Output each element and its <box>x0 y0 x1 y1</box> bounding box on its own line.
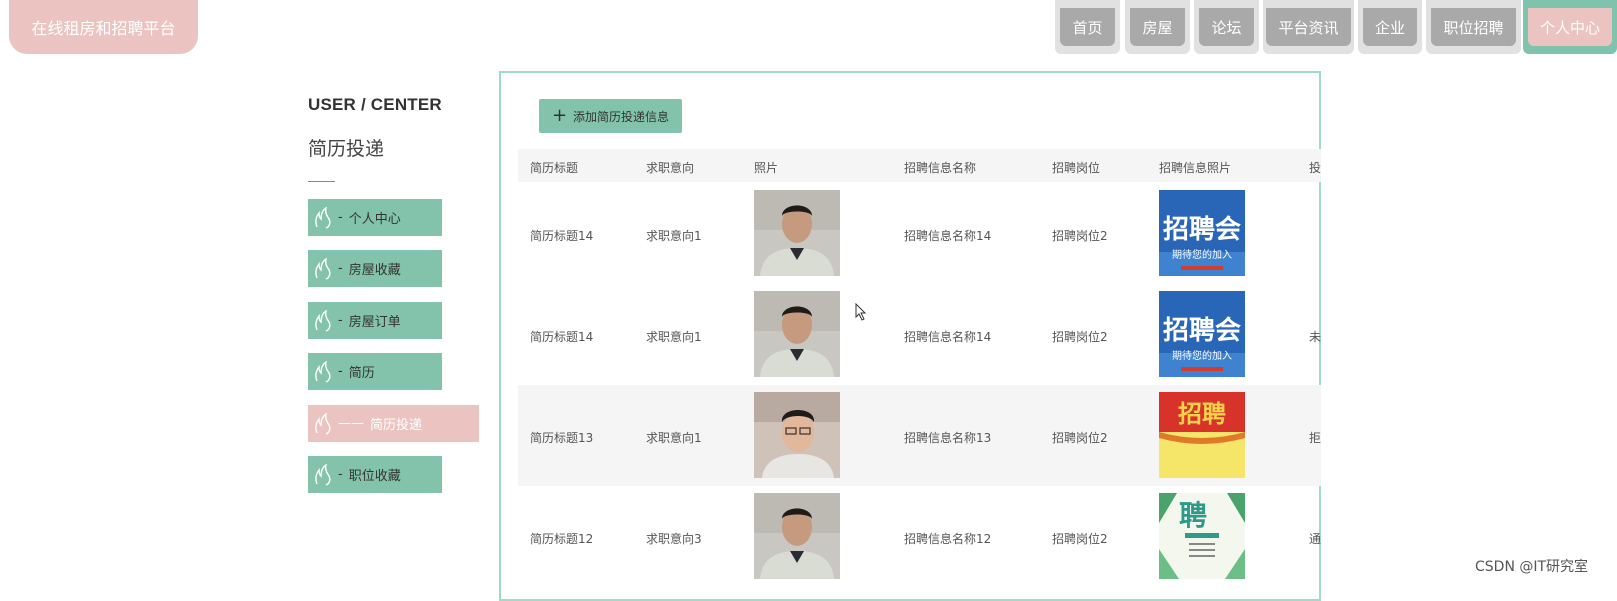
flame-icon <box>315 257 331 280</box>
poster-subtext: 期待您的加入 <box>1172 248 1232 261</box>
nav-news[interactable]: 平台资讯 <box>1263 0 1354 54</box>
cell-recruit-post: 招聘岗位2 <box>1052 532 1108 546</box>
poster-text: 招聘会 <box>1163 215 1241 245</box>
nav-house[interactable]: 房屋 <box>1125 0 1190 54</box>
sidebar-item-resume-delivery[interactable]: —— 简历投递 <box>308 405 479 442</box>
poster-text: 招聘会 <box>1163 316 1241 346</box>
flame-icon <box>315 206 331 229</box>
site-logo[interactable]: 在线租房和招聘平台 <box>9 0 198 54</box>
nav-user-center[interactable]: 个人中心 <box>1523 0 1617 54</box>
cell-recruit-name: 招聘信息名称13 <box>904 431 992 445</box>
cell-status: 通 <box>1309 532 1321 546</box>
table-header: 简历标题 求职意向 照片 招聘信息名称 招聘岗位 招聘信息照片 投 <box>518 149 1321 182</box>
header-recruit-photo: 招聘信息照片 <box>1159 161 1232 175</box>
header-resume-title: 简历标题 <box>530 161 579 175</box>
sidebar-item-user-center[interactable]: - 个人中心 <box>308 199 442 236</box>
sidebar-item-prefix: —— <box>338 416 364 431</box>
cell-recruit-post: 招聘岗位2 <box>1052 431 1108 445</box>
add-resume-delivery-button[interactable]: + 添加简历投递信息 <box>539 99 682 133</box>
flame-icon <box>315 309 331 332</box>
flame-icon <box>315 360 331 383</box>
header-status: 投 <box>1309 161 1321 175</box>
nav-forum[interactable]: 论坛 <box>1194 0 1259 54</box>
recruit-poster[interactable]: 招聘 <box>1159 392 1245 478</box>
nav-jobs-label: 职位招聘 <box>1431 8 1516 46</box>
cell-resume-title: 简历标题12 <box>530 532 594 546</box>
applicant-photo[interactable] <box>754 190 840 276</box>
sidebar-item-house-orders[interactable]: - 房屋订单 <box>308 302 442 339</box>
table-row[interactable]: 简历标题14 求职意向1 招聘信息名称14 招聘岗位2 招聘会期待您的加入 <box>518 183 1321 284</box>
table-row[interactable]: 简历标题13 求职意向1 招聘信息名称13 招聘岗位2 招聘 拒 <box>518 385 1321 486</box>
nav-house-label: 房屋 <box>1130 8 1185 46</box>
section-title: 简历投递 <box>308 138 385 160</box>
cell-job-intent: 求职意向1 <box>646 229 702 243</box>
table-row[interactable]: 简历标题12 求职意向3 招聘信息名称12 招聘岗位2 聘 通 <box>518 486 1321 584</box>
plus-icon: + <box>551 105 568 126</box>
sidebar-item-prefix: - <box>338 261 343 276</box>
nav-company[interactable]: 企业 <box>1358 0 1422 54</box>
cell-recruit-name: 招聘信息名称14 <box>904 229 992 243</box>
cell-recruit-name: 招聘信息名称12 <box>904 532 992 546</box>
applicant-photo[interactable] <box>754 392 840 478</box>
nav-company-label: 企业 <box>1362 8 1417 46</box>
flame-icon <box>315 412 331 435</box>
sidebar-item-label: 房屋收藏 <box>348 263 401 278</box>
cell-job-intent: 求职意向3 <box>646 532 702 546</box>
cell-job-intent: 求职意向1 <box>646 431 702 445</box>
header-photo: 照片 <box>754 161 779 175</box>
recruit-poster[interactable]: 聘 <box>1159 493 1245 579</box>
user-center-title: USER / CENTER <box>308 95 442 114</box>
cell-recruit-name: 招聘信息名称14 <box>904 330 992 344</box>
poster-text: 聘 <box>1179 499 1207 532</box>
sidebar-item-label: 简历 <box>348 366 375 381</box>
nav-forum-label: 论坛 <box>1199 8 1254 46</box>
sidebar-item-resume[interactable]: - 简历 <box>308 353 442 390</box>
sidebar-item-label: 个人中心 <box>348 212 401 227</box>
sidebar-item-job-favorites[interactable]: - 职位收藏 <box>308 456 442 493</box>
nav-user-center-label: 个人中心 <box>1527 8 1612 46</box>
header-job-intent: 求职意向 <box>646 161 695 175</box>
sidebar-item-prefix: - <box>338 467 343 482</box>
table-row[interactable]: 简历标题14 求职意向1 招聘信息名称14 招聘岗位2 招聘会期待您的加入 未 <box>518 284 1321 385</box>
applicant-photo[interactable] <box>754 291 840 377</box>
cell-recruit-post: 招聘岗位2 <box>1052 229 1108 243</box>
applicant-photo[interactable] <box>754 493 840 579</box>
nav-home[interactable]: 首页 <box>1055 0 1120 54</box>
sidebar-item-prefix: - <box>338 210 343 225</box>
resume-delivery-table: 简历标题 求职意向 照片 招聘信息名称 招聘岗位 招聘信息照片 投 简历标题14… <box>518 149 1321 584</box>
poster-subtext: 期待您的加入 <box>1172 349 1232 362</box>
cell-resume-title: 简历标题14 <box>530 330 594 344</box>
cell-status: 未 <box>1309 330 1321 344</box>
recruit-poster[interactable]: 招聘会 期待您的加入 <box>1159 291 1245 377</box>
sidebar-item-label: 房屋订单 <box>348 315 401 330</box>
header-recruit-name: 招聘信息名称 <box>904 161 977 175</box>
watermark: CSDN @IT研究室 <box>1475 559 1589 575</box>
cell-resume-title: 简历标题14 <box>530 229 594 243</box>
sidebar-item-prefix: - <box>338 313 343 328</box>
divider <box>308 181 335 182</box>
cell-recruit-post: 招聘岗位2 <box>1052 330 1108 344</box>
sidebar-item-label: 简历投递 <box>370 418 423 433</box>
cell-resume-title: 简历标题13 <box>530 431 594 445</box>
sidebar-item-house-favorites[interactable]: - 房屋收藏 <box>308 250 442 287</box>
sidebar-item-label: 职位收藏 <box>348 469 401 484</box>
mouse-cursor-icon <box>855 303 867 321</box>
nav-jobs[interactable]: 职位招聘 <box>1426 0 1521 54</box>
cell-status: 拒 <box>1309 431 1321 445</box>
nav-news-label: 平台资讯 <box>1266 8 1351 46</box>
flame-icon <box>315 463 331 486</box>
add-button-label: 添加简历投递信息 <box>573 109 670 124</box>
sidebar-item-prefix: - <box>338 364 343 379</box>
header-recruit-post: 招聘岗位 <box>1052 161 1101 175</box>
poster-text: 招聘 <box>1178 400 1226 428</box>
nav-home-label: 首页 <box>1060 8 1115 46</box>
recruit-poster[interactable]: 招聘会 期待您的加入 <box>1159 190 1245 276</box>
cell-job-intent: 求职意向1 <box>646 330 702 344</box>
